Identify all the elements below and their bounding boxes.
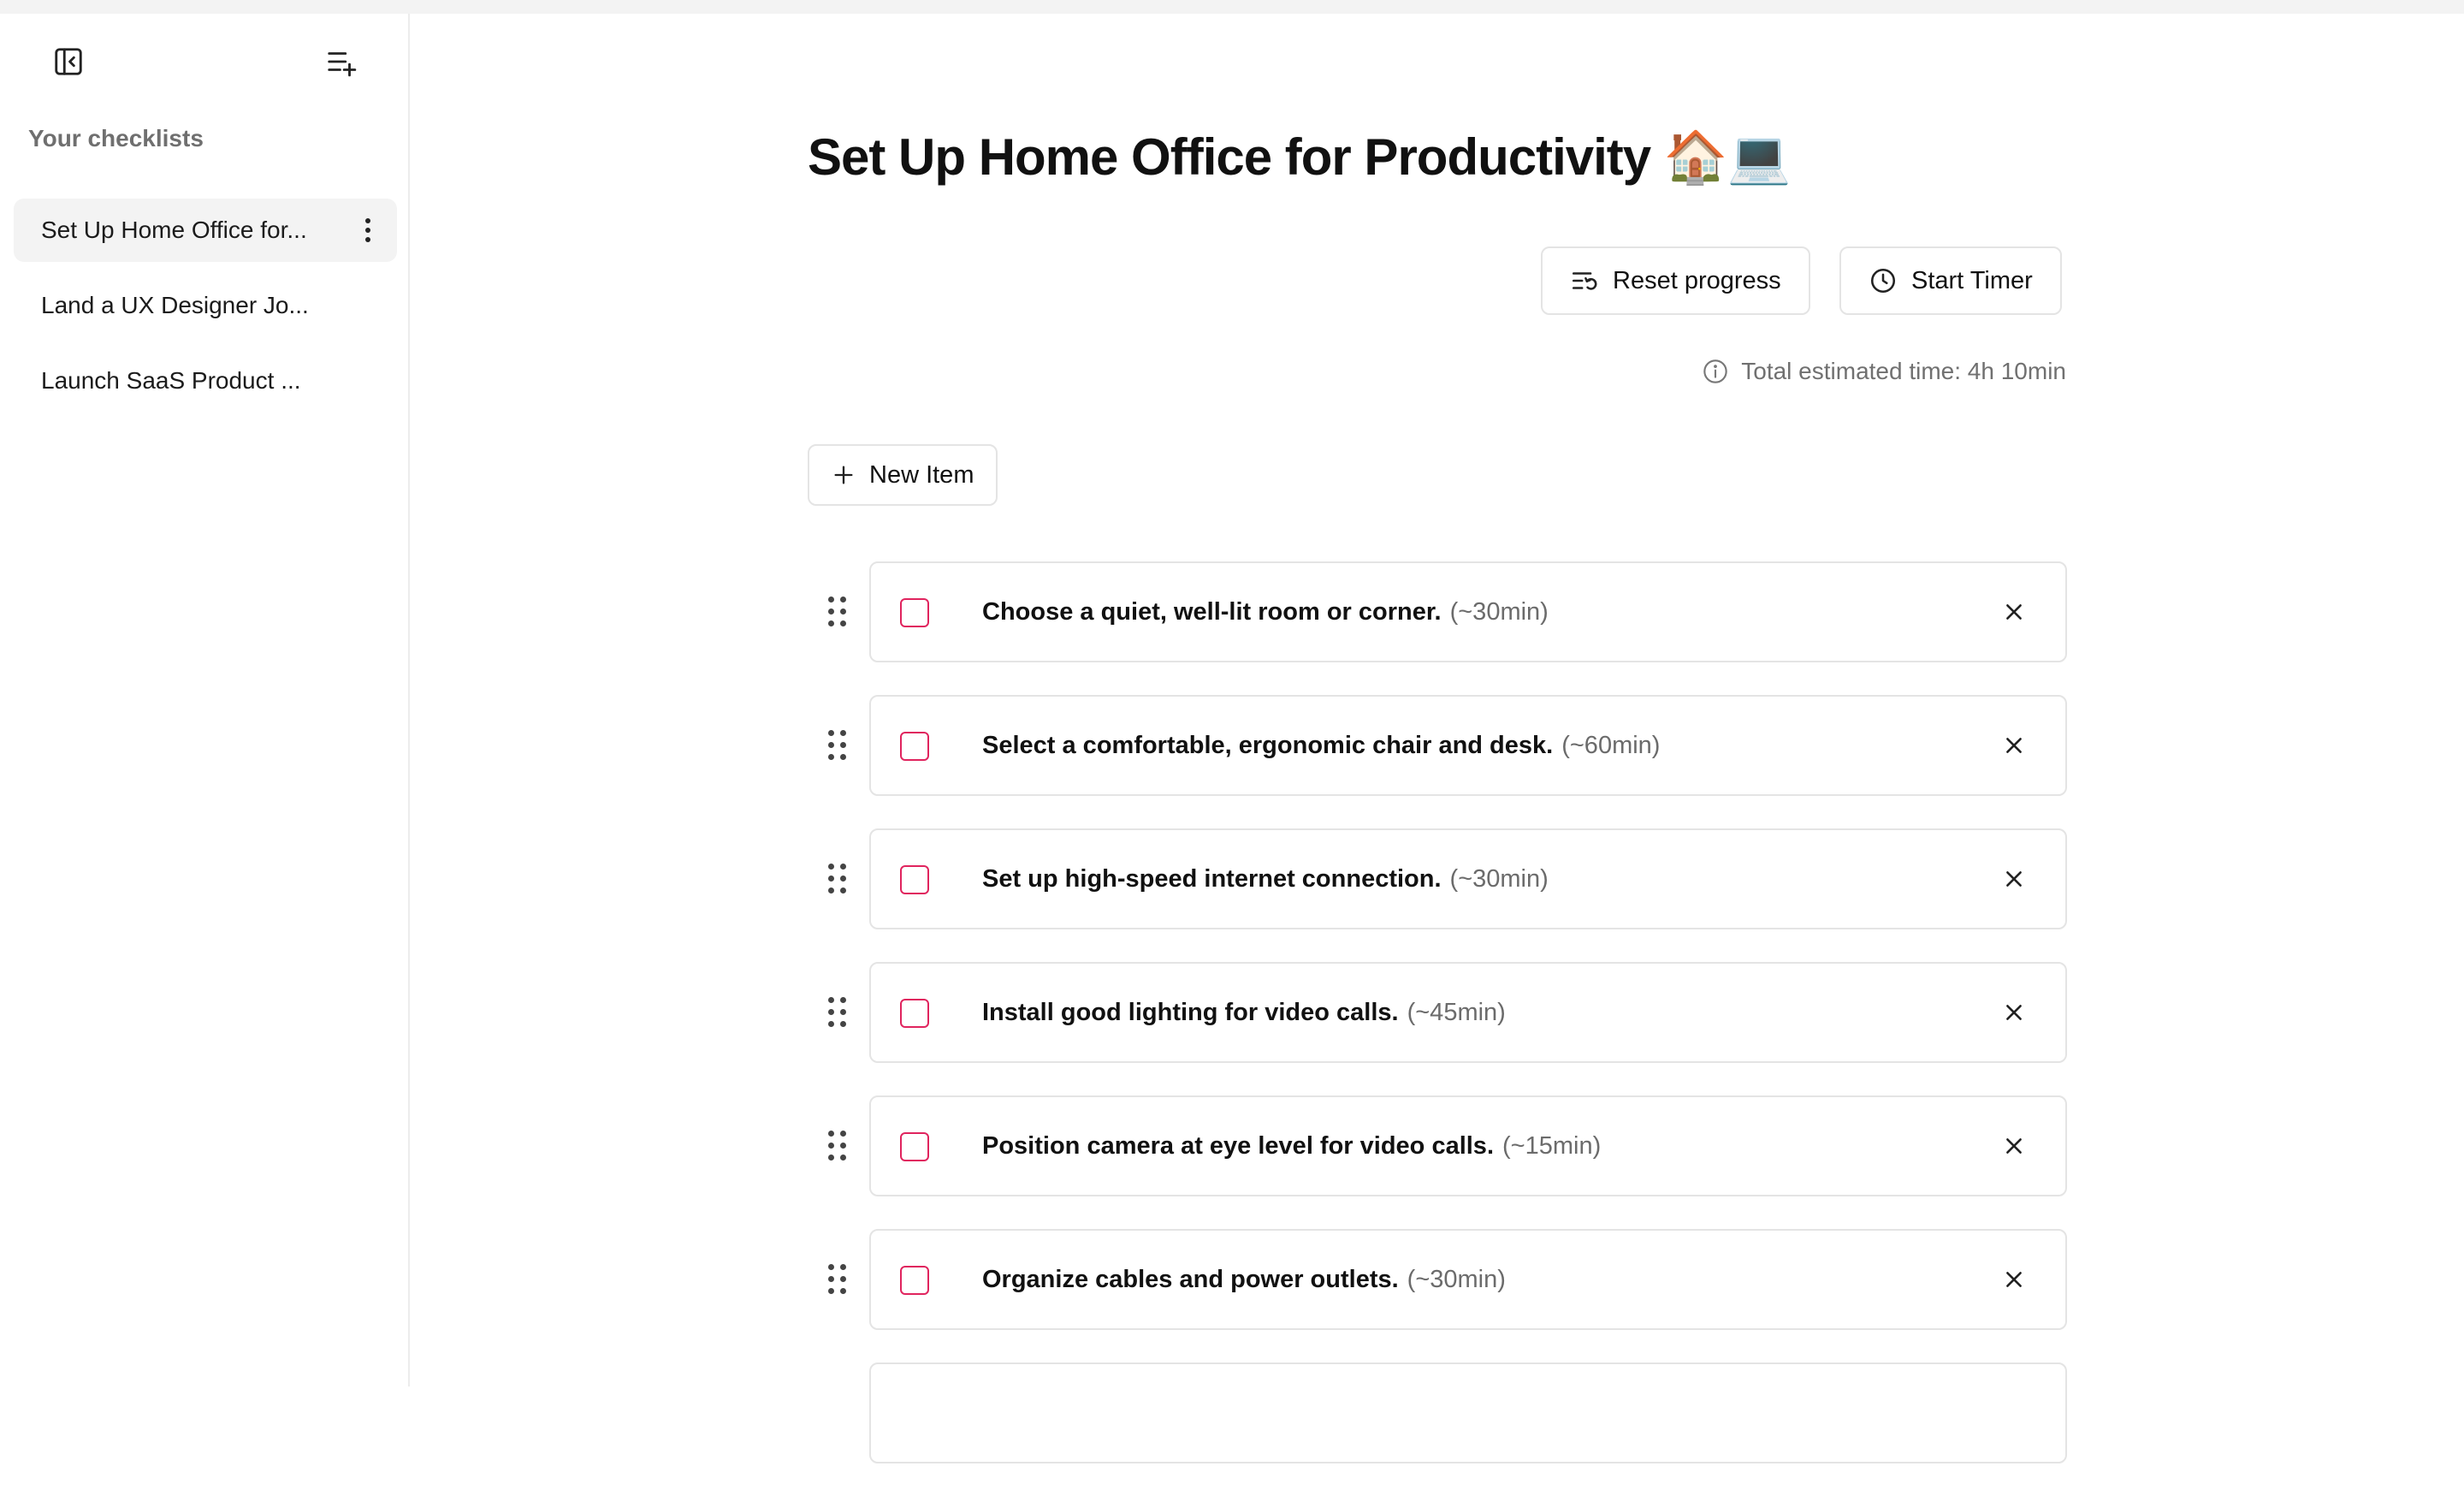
browser-top-strip [0,0,2464,14]
item-title: Organize cables and power outlets. [982,1265,1399,1293]
sidebar-item-label: Set Up Home Office for... [41,217,307,243]
item-card: Position camera at eye level for video c… [869,1095,2067,1196]
checklist-item: Position camera at eye level for video c… [808,1095,2067,1196]
clock-icon [1870,268,1896,294]
item-card: Choose a quiet, well-lit room or corner.… [869,561,2067,662]
sidebar-item-saas-launch[interactable]: Launch SaaS Product ... [14,349,397,413]
item-card: Organize cables and power outlets. (~30m… [869,1229,2067,1330]
item-estimate: (~60min) [1561,731,1661,759]
item-title: Position camera at eye level for video c… [982,1131,1494,1160]
sidebar-item-ux-designer[interactable]: Land a UX Designer Jo... [14,274,397,337]
total-time-text: Total estimated time: 4h 10min [1741,358,2066,384]
item-card: Set up high-speed internet connection. (… [869,828,2067,929]
item-estimate: (~15min) [1502,1131,1602,1160]
more-vertical-icon[interactable] [359,216,376,245]
checklist-item: Set up high-speed internet connection. (… [808,828,2067,929]
checklist-item: Choose a quiet, well-lit room or corner.… [808,561,2067,662]
item-checkbox[interactable] [900,1266,929,1295]
reset-progress-button[interactable]: Reset progress [1541,246,1810,315]
reset-progress-label: Reset progress [1613,266,1781,294]
sidebar-item-label: Launch SaaS Product ... [41,367,301,394]
close-icon[interactable] [1997,995,2031,1030]
new-item-label: New Item [869,460,974,489]
item-text: Organize cables and power outlets. (~30m… [982,1231,1506,1328]
plus-icon [834,466,853,484]
item-checkbox[interactable] [900,598,929,627]
new-item-button[interactable]: New Item [808,444,998,506]
item-text: Choose a quiet, well-lit room or corner.… [982,563,1549,661]
start-timer-button[interactable]: Start Timer [1839,246,2062,315]
item-estimate: (~30min) [1449,597,1549,626]
close-icon[interactable] [1997,595,2031,629]
sidebar-collapse-icon[interactable] [44,38,92,86]
close-icon[interactable] [1997,1262,2031,1297]
item-estimate: (~30min) [1449,864,1549,893]
start-timer-label: Start Timer [1911,266,2033,294]
item-text: Position camera at eye level for video c… [982,1097,1601,1195]
close-icon[interactable] [1997,728,2031,763]
checklist-list: Set Up Home Office for... Land a UX Desi… [14,199,397,424]
item-checkbox[interactable] [900,865,929,894]
drag-handle-icon[interactable] [828,864,847,894]
item-text: Set up high-speed internet connection. (… [982,830,1549,928]
item-title: Select a comfortable, ergonomic chair an… [982,731,1554,759]
checklist-items: Choose a quiet, well-lit room or corner.… [808,561,2067,1496]
checklist-item: Organize cables and power outlets. (~30m… [808,1229,2067,1330]
item-title: Install good lighting for video calls. [982,998,1399,1026]
drag-handle-icon[interactable] [828,997,847,1028]
item-title: Choose a quiet, well-lit room or corner. [982,597,1442,626]
reset-list-icon [1572,272,1597,290]
item-text: Select a comfortable, ergonomic chair an… [982,697,1660,794]
item-checkbox[interactable] [900,732,929,761]
item-title: Set up high-speed internet connection. [982,864,1442,893]
sidebar-item-label: Land a UX Designer Jo... [41,292,309,318]
checklist-item-partial [808,1362,2067,1463]
item-card [869,1362,2067,1463]
item-checkbox[interactable] [900,999,929,1028]
item-card: Install good lighting for video calls. (… [869,962,2067,1063]
close-icon[interactable] [1997,862,2031,896]
sidebar: Your checklists Set Up Home Office for..… [0,14,410,1386]
page-title: Set Up Home Office for Productivity 🏠💻 [808,128,1791,186]
item-checkbox[interactable] [900,1132,929,1161]
sidebar-item-home-office[interactable]: Set Up Home Office for... [14,199,397,262]
add-list-icon[interactable] [317,38,365,86]
drag-handle-icon[interactable] [828,597,847,627]
item-estimate: (~45min) [1407,998,1506,1026]
item-estimate: (~30min) [1407,1265,1506,1293]
checklist-item: Select a comfortable, ergonomic chair an… [808,695,2067,796]
total-estimated-time: Total estimated time: 4h 10min [1702,358,2066,385]
sidebar-heading: Your checklists [28,125,204,151]
drag-handle-icon[interactable] [828,1131,847,1161]
close-icon[interactable] [1997,1129,2031,1163]
info-icon [1703,359,1727,383]
item-text: Install good lighting for video calls. (… [982,964,1506,1061]
drag-handle-icon[interactable] [828,1264,847,1295]
checklist-item: Install good lighting for video calls. (… [808,962,2067,1063]
item-card: Select a comfortable, ergonomic chair an… [869,695,2067,796]
drag-handle-icon[interactable] [828,730,847,761]
